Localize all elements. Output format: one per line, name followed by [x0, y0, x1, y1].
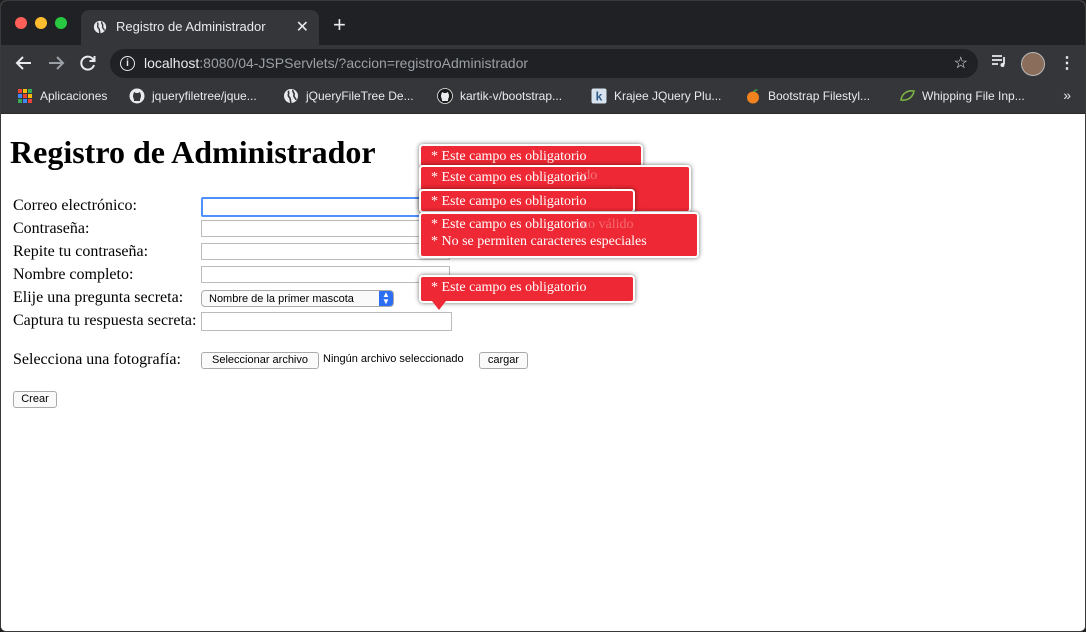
page-content: Registro de Administrador Correo electró…	[1, 114, 1085, 631]
secret-answer-field[interactable]	[201, 312, 452, 331]
choose-file-button[interactable]: Seleccionar archivo	[201, 352, 319, 369]
github-icon	[437, 88, 453, 104]
tab-close-icon[interactable]: ✕	[296, 17, 309, 37]
password-label: Contraseña:	[13, 220, 90, 237]
full-name-field[interactable]	[201, 266, 450, 283]
bookmark-label: jQueryFileTree De...	[306, 89, 414, 103]
bookmark-label: jqueryfiletree/jque...	[152, 89, 257, 103]
orange-icon	[747, 89, 759, 104]
bookmark-label: kartik-v/bootstrap...	[460, 89, 563, 103]
zoom-window-button[interactable]	[55, 17, 67, 29]
email-field[interactable]	[201, 197, 452, 217]
leaf-icon	[900, 90, 915, 101]
bookmark-label: Krajee JQuery Plu...	[614, 89, 722, 103]
tooltip-text: * No se permiten caracteres especiales	[431, 234, 647, 249]
tooltip-hidden-text: no válido	[581, 217, 634, 232]
validation-tooltip-password-repeat: * Este campo es obligatorio	[419, 189, 635, 213]
secret-question-select[interactable]: Nombre de la primer mascota ▲ ▼	[201, 290, 394, 307]
globe-icon	[93, 20, 107, 34]
tab-registro[interactable]: Registro de Administrador ✕	[81, 10, 319, 45]
tooltip-text: * Este campo es obligatorio	[431, 170, 587, 185]
photo-label: Selecciona una fotografía:	[13, 351, 181, 368]
back-arrow-icon[interactable]	[15, 54, 33, 72]
bookmark-label: Bootstrap Filestyl...	[768, 89, 871, 103]
email-label: Correo electrónico:	[13, 197, 137, 214]
file-status: Ningún archivo seleccionado	[323, 353, 464, 365]
media-queue-icon[interactable]	[991, 54, 1007, 68]
tooltip-pointer-arrow	[432, 301, 446, 310]
secret-question-label: Elije una pregunta secreta:	[13, 289, 184, 306]
browser-window: Registro de Administrador ✕ + i localhos…	[0, 0, 1086, 632]
page-title: Registro de Administrador	[10, 134, 376, 170]
create-button[interactable]: Crear	[13, 391, 57, 408]
tab-title: Registro de Administrador	[116, 19, 266, 34]
tooltip-text: * Este campo es obligatorio	[431, 149, 587, 164]
upload-button[interactable]: cargar	[479, 352, 528, 369]
tooltip-text: * Este campo es obligatorio	[431, 194, 587, 209]
password-repeat-label: Repite tu contraseña:	[13, 243, 149, 260]
apps-grid-icon	[18, 89, 32, 103]
url-path: :8080/04-JSPServlets/?accion=registroAdm…	[199, 55, 529, 71]
secret-question-value: Nombre de la primer mascota	[209, 293, 354, 305]
password-repeat-field[interactable]	[201, 243, 450, 260]
bookmark-label: Whipping File Inp...	[922, 89, 1025, 103]
password-field[interactable]	[201, 220, 450, 237]
secret-answer-label: Captura tu respuesta secreta:	[13, 312, 197, 329]
svg-text:k: k	[596, 90, 603, 104]
bookmark-label: Aplicaciones	[40, 89, 108, 103]
browser-toolbar: i localhost:8080/04-JSPServlets/?accion=…	[1, 45, 1085, 82]
profile-avatar[interactable]	[1021, 52, 1045, 76]
url-host: localhost	[144, 55, 200, 71]
reload-icon[interactable]	[79, 54, 97, 72]
tooltip-text: * Este campo es obligatorio	[431, 217, 587, 232]
validation-tooltip-secret-answer: * Este campo es obligatorio	[419, 275, 635, 303]
minimize-window-button[interactable]	[35, 17, 47, 29]
full-name-label: Nombre completo:	[13, 266, 134, 283]
tooltip-hidden-text: ado	[577, 168, 598, 183]
url-text: localhost:8080/04-JSPServlets/?accion=re…	[144, 55, 528, 71]
info-icon[interactable]: i	[120, 56, 135, 71]
bookmark-star-icon[interactable]: ☆	[954, 53, 968, 73]
tab-bar: Registro de Administrador ✕ +	[1, 1, 1085, 45]
forward-arrow-icon[interactable]	[47, 54, 65, 72]
select-arrows-icon: ▲ ▼	[379, 291, 393, 306]
github-icon	[129, 88, 145, 104]
validation-tooltip-full-name: * Este campo es obligatorio no válido * …	[419, 212, 699, 258]
bookmarks-bar: Aplicaciones jqueryfiletree/jque... jQue…	[1, 82, 1085, 114]
address-bar[interactable]: i localhost:8080/04-JSPServlets/?accion=…	[110, 49, 978, 78]
bookmarks-overflow-icon[interactable]: »	[1063, 87, 1071, 103]
kebab-menu-icon[interactable]: ⋮	[1059, 53, 1075, 73]
globe-icon	[284, 89, 298, 104]
new-tab-button[interactable]: +	[333, 12, 346, 38]
tooltip-text: * Este campo es obligatorio	[431, 280, 587, 295]
krajee-k-icon: k	[591, 88, 607, 104]
close-window-button[interactable]	[15, 17, 27, 29]
